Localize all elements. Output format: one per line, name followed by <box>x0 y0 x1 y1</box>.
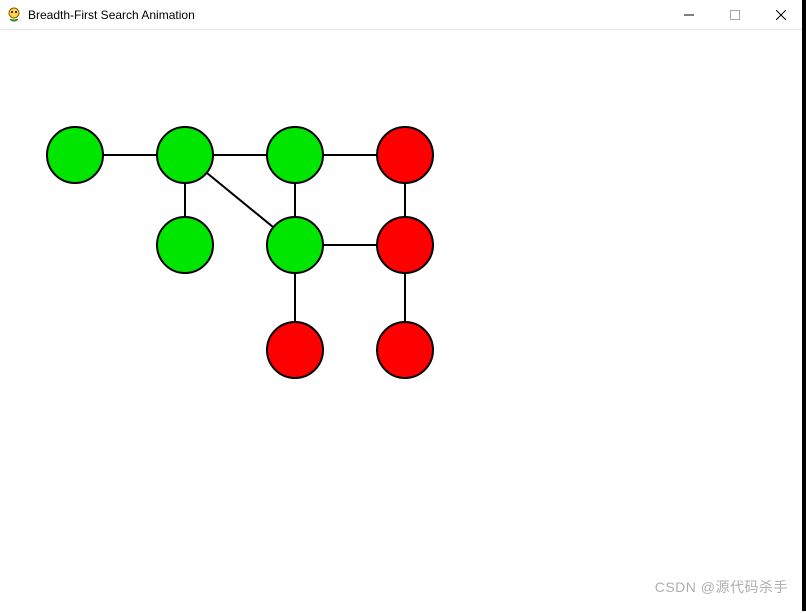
graph-node <box>267 217 323 273</box>
graph-node <box>377 217 433 273</box>
graph-canvas <box>0 30 800 610</box>
close-button[interactable] <box>758 0 804 30</box>
minimize-icon <box>684 10 694 20</box>
close-icon <box>776 10 786 20</box>
maximize-icon <box>730 10 740 20</box>
graph-node <box>267 127 323 183</box>
maximize-button[interactable] <box>712 0 758 30</box>
titlebar: Breadth-First Search Animation <box>0 0 806 30</box>
graph-node <box>157 217 213 273</box>
graph-node <box>377 127 433 183</box>
window-title: Breadth-First Search Animation <box>28 8 666 22</box>
graph-node <box>47 127 103 183</box>
scrollbar-edge <box>802 0 806 611</box>
window-controls <box>666 0 804 29</box>
app-icon <box>6 7 22 23</box>
minimize-button[interactable] <box>666 0 712 30</box>
graph-node <box>377 322 433 378</box>
graph-node <box>267 322 323 378</box>
graph-node <box>157 127 213 183</box>
canvas-area <box>0 30 800 610</box>
